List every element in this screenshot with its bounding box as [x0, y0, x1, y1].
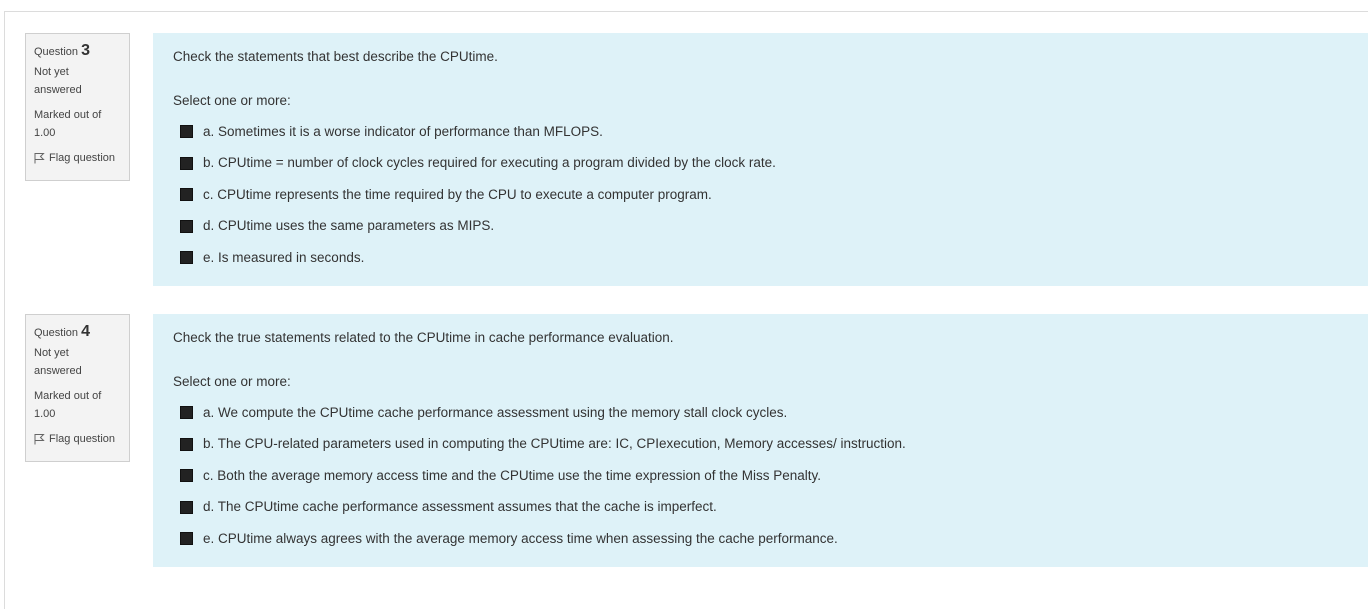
answer-checkbox[interactable] [180, 469, 193, 483]
answer-label: d. The CPUtime cache performance assessm… [203, 499, 717, 515]
answer-list: a. We compute the CPUtime cache performa… [173, 397, 1349, 555]
answer-label: e. CPUtime always agrees with the averag… [203, 530, 838, 546]
answer-option[interactable]: e. Is measured in seconds. [173, 242, 1349, 274]
answer-option[interactable]: e. CPUtime always agrees with the averag… [173, 523, 1349, 555]
question-text: Check the true statements related to the… [173, 330, 674, 345]
answer-option[interactable]: a. Sometimes it is a worse indicator of … [173, 116, 1349, 148]
flag-question-label: Flag question [49, 152, 116, 164]
flag-question-link[interactable]: Flag question [34, 150, 121, 166]
answer-option[interactable]: a. We compute the CPUtime cache performa… [173, 397, 1349, 429]
answer-checkbox[interactable] [180, 406, 193, 420]
answer-checkbox[interactable] [180, 156, 193, 170]
question-label: Question [34, 46, 79, 58]
question-label: Question [34, 327, 79, 339]
answer-label: a. We compute the CPUtime cache performa… [203, 404, 788, 420]
answer-checkbox[interactable] [180, 500, 193, 514]
answer-option[interactable]: c. CPUtime represents the time required … [173, 179, 1349, 211]
answer-checkbox[interactable] [180, 437, 193, 451]
flag-question-label: Flag question [49, 433, 116, 445]
question-text: Check the statements that best describe … [173, 49, 498, 64]
answer-option[interactable]: c. Both the average memory access time a… [173, 460, 1349, 492]
question-number: Question 4 [34, 323, 121, 342]
question-grade: Marked out of 1.00 [34, 109, 102, 139]
answer-label: e. Is measured in seconds. [203, 249, 365, 265]
answer-option[interactable]: d. The CPUtime cache performance assessm… [173, 492, 1349, 524]
answer-label: d. CPUtime uses the same parameters as M… [203, 218, 495, 234]
answer-prompt: Select one or more: [173, 374, 291, 389]
flag-icon [34, 152, 45, 164]
question-content: Check the statements that best describe … [153, 33, 1368, 286]
question-content: Check the true statements related to the… [153, 314, 1368, 567]
answer-option[interactable]: b. The CPU-related parameters used in co… [173, 429, 1349, 461]
answer-checkbox[interactable] [180, 188, 193, 202]
question-grade: Marked out of 1.00 [34, 390, 102, 420]
answer-prompt: Select one or more: [173, 93, 291, 108]
answer-checkbox[interactable] [180, 219, 193, 233]
question-state: Not yet answered [34, 66, 82, 96]
quiz-page: Question 3 Not yet answered Marked out o… [4, 11, 1368, 609]
question-number: Question 3 [34, 42, 121, 61]
answer-option[interactable]: b. CPUtime = number of clock cycles requ… [173, 148, 1349, 180]
answer-list: a. Sometimes it is a worse indicator of … [173, 116, 1349, 274]
question-number-value: 3 [81, 42, 90, 59]
answer-label: b. CPUtime = number of clock cycles requ… [203, 155, 776, 171]
answer-checkbox[interactable] [180, 532, 193, 546]
question-state: Not yet answered [34, 347, 82, 377]
question-info: Question 3 Not yet answered Marked out o… [25, 33, 130, 181]
question-number-value: 4 [81, 323, 90, 340]
flag-icon [34, 433, 45, 445]
answer-option[interactable]: d. CPUtime uses the same parameters as M… [173, 211, 1349, 243]
answer-checkbox[interactable] [180, 251, 193, 265]
answer-checkbox[interactable] [180, 125, 193, 139]
answer-label: c. Both the average memory access time a… [203, 467, 822, 483]
flag-question-link[interactable]: Flag question [34, 431, 121, 447]
question-info: Question 4 Not yet answered Marked out o… [25, 314, 130, 462]
answer-label: c. CPUtime represents the time required … [203, 186, 712, 202]
answer-label: b. The CPU-related parameters used in co… [203, 436, 906, 452]
answer-label: a. Sometimes it is a worse indicator of … [203, 123, 603, 139]
